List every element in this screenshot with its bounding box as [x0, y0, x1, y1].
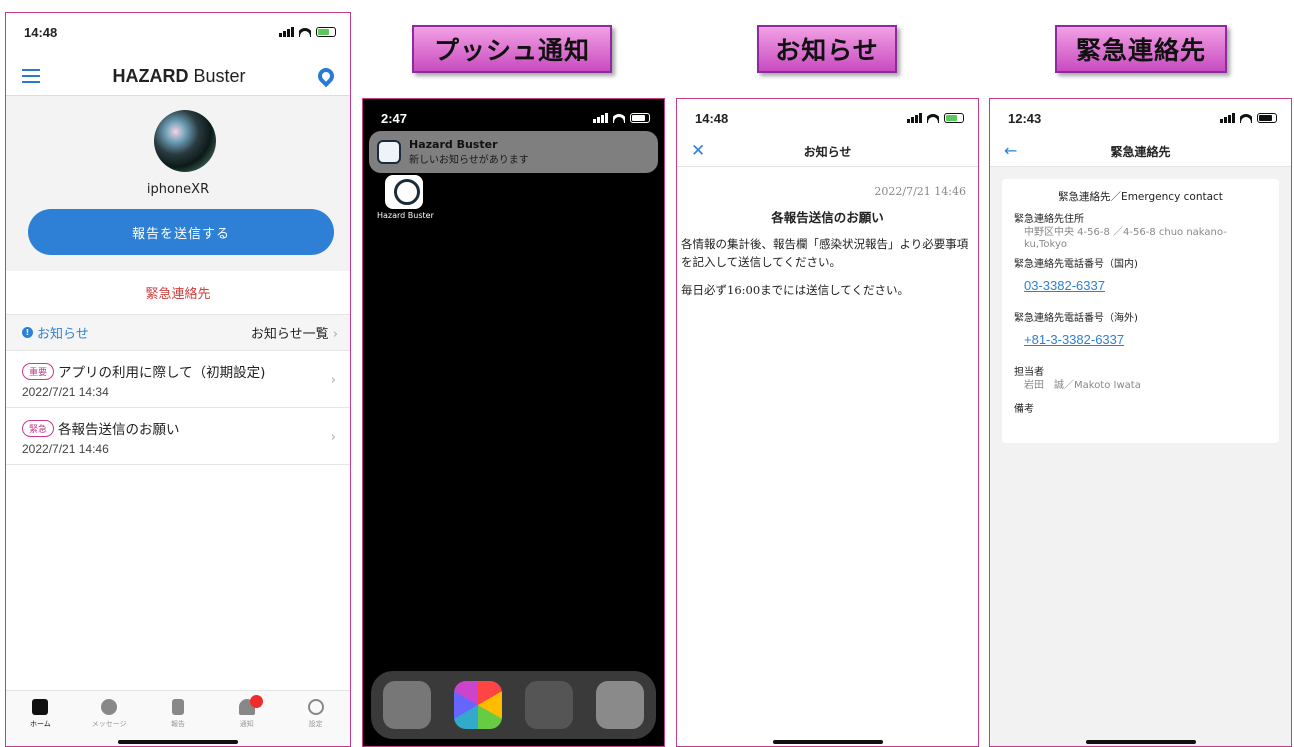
- address-label: 緊急連絡先住所: [1014, 214, 1084, 225]
- notification-badge: [249, 695, 263, 708]
- notice-datetime: 2022/7/21 14:46: [874, 185, 966, 198]
- notice-title: アプリの利用に際して（初期設定): [58, 365, 266, 381]
- person-label: 担当者: [1014, 367, 1044, 378]
- home-indicator: [118, 740, 238, 744]
- battery-icon: [630, 113, 650, 123]
- emergency-screen: 12:43 ← 緊急連絡先 緊急連絡先／Emergency contact 緊急…: [989, 98, 1292, 747]
- wifi-icon: [1240, 113, 1252, 123]
- app-title: HAZARD Buster: [112, 65, 246, 86]
- app-icon-label: Hazard Buster: [377, 211, 434, 220]
- photos-icon[interactable]: [453, 681, 502, 729]
- push-screen: 2:47 Hazard Buster 新しいお知らせがあります Hazard B…: [362, 98, 665, 747]
- tab-bar: ホーム メッセージ 報告 通知 設定: [6, 690, 350, 746]
- phone-overseas-label: 緊急連絡先電話番号（海外): [1014, 313, 1138, 324]
- chevron-right-icon: ›: [330, 373, 336, 388]
- notice-date: 2022/7/21 14:46: [22, 442, 109, 456]
- nav-bar: ✕ お知らせ: [677, 137, 978, 167]
- push-notification-label: プッシュ通知: [412, 25, 612, 73]
- send-report-button[interactable]: 報告を送信する: [28, 209, 334, 255]
- clipboard-icon: [171, 699, 184, 715]
- chevron-right-icon: ›: [330, 430, 336, 445]
- phone-overseas-link[interactable]: +81-3-3382-6337: [1014, 332, 1267, 347]
- notice-list-link[interactable]: お知らせ一覧 ›: [251, 323, 338, 342]
- home-screen: 14:48 HAZARD Buster iphoneXR 報告を送信する 緊急連…: [5, 12, 351, 747]
- status-bar: 12:43: [990, 99, 1291, 137]
- menu-icon[interactable]: [22, 69, 40, 83]
- wifi-icon: [299, 27, 311, 37]
- notice-header: ! お知らせ お知らせ一覧 ›: [6, 315, 350, 351]
- phone-domestic-link[interactable]: 03-3382-6337: [1014, 278, 1267, 293]
- chat-icon: [101, 699, 118, 715]
- notice-item[interactable]: 重要 アプリの利用に際して（初期設定) 2022/7/21 14:34 ›: [6, 351, 350, 408]
- screen-title: お知らせ: [803, 145, 852, 159]
- signal-icon: [279, 27, 294, 37]
- wifi-icon: [613, 113, 625, 123]
- app-folder-icon[interactable]: [525, 681, 574, 729]
- push-message: 新しいお知らせがあります: [409, 155, 529, 166]
- notice-label: お知らせ: [757, 25, 897, 73]
- person-value: 岩田 誠／Makoto Iwata: [1024, 380, 1141, 391]
- card-heading: 緊急連絡先／Emergency contact: [1058, 191, 1223, 203]
- profile-section: iphoneXR 報告を送信する: [6, 95, 350, 271]
- notice-item[interactable]: 緊急 各報告送信のお願い 2022/7/21 14:46 ›: [6, 408, 350, 465]
- status-time: 12:43: [1008, 110, 1042, 126]
- notice-title: 各報告送信のお願い: [58, 422, 180, 438]
- status-time: 14:48: [695, 110, 729, 126]
- avatar: [154, 110, 216, 172]
- username: iphoneXR: [146, 182, 210, 197]
- phone-domestic-label: 緊急連絡先電話番号（国内): [1014, 259, 1138, 270]
- camera-icon[interactable]: [382, 681, 431, 729]
- status-indicators: [593, 113, 650, 123]
- home-indicator: [772, 740, 883, 744]
- home-icon: [32, 699, 49, 715]
- wifi-icon: [927, 113, 939, 123]
- content-area: 緊急連絡先／Emergency contact 緊急連絡先住所 中野区中央 4-…: [990, 167, 1291, 746]
- notice-tag: 緊急: [22, 419, 55, 437]
- dock: [371, 671, 656, 739]
- status-indicators: [1220, 113, 1277, 123]
- info-icon: !: [22, 327, 33, 338]
- notice-body: 各情報の集計後、報告欄「感染状況報告」より必要事項を記入して送信してください。 …: [681, 235, 972, 309]
- address-value: 中野区中央 4-56-8 ／4-56-8 chuo nakano-ku,Toky…: [1024, 227, 1227, 250]
- contact-card: 緊急連絡先／Emergency contact 緊急連絡先住所 中野区中央 4-…: [1002, 179, 1279, 443]
- notice-header-label: お知らせ: [37, 327, 89, 342]
- status-time: 2:47: [381, 110, 408, 126]
- app-logo-icon: [377, 140, 401, 164]
- gear-icon: [307, 699, 324, 715]
- chevron-right-icon: ›: [332, 327, 338, 342]
- notice-date: 2022/7/21 14:34: [22, 385, 109, 399]
- notice-paragraph: 各情報の集計後、報告欄「感染状況報告」より必要事項を記入して送信してください。: [681, 237, 969, 269]
- emergency-contact-link[interactable]: 緊急連絡先: [6, 271, 350, 315]
- notes-label: 備考: [1014, 404, 1034, 415]
- hazard-buster-app-icon[interactable]: [385, 175, 423, 209]
- push-app-name: Hazard Buster: [409, 138, 498, 151]
- status-indicators: [279, 27, 336, 37]
- status-bar: 14:48: [6, 13, 350, 51]
- signal-icon: [907, 113, 922, 123]
- tab-home[interactable]: ホーム: [15, 699, 65, 746]
- battery-icon: [1257, 113, 1277, 123]
- push-notification-banner[interactable]: Hazard Buster 新しいお知らせがあります: [369, 131, 658, 173]
- notice-tag: 重要: [22, 362, 55, 380]
- nav-bar: ← 緊急連絡先: [990, 137, 1291, 167]
- settings-icon[interactable]: [596, 681, 645, 729]
- notice-heading: 各報告送信のお願い: [771, 210, 884, 225]
- app-header: HAZARD Buster: [6, 57, 350, 95]
- battery-icon: [944, 113, 964, 123]
- status-bar: 14:48: [677, 99, 978, 137]
- close-icon[interactable]: ✕: [691, 141, 705, 161]
- notice-paragraph: 毎日必ず16:00までには送信してください。: [681, 283, 909, 297]
- signal-icon: [1220, 113, 1235, 123]
- home-indicator: [1085, 740, 1196, 744]
- battery-icon: [316, 27, 336, 37]
- status-indicators: [907, 113, 964, 123]
- tab-settings[interactable]: 設定: [291, 699, 341, 746]
- back-arrow-icon[interactable]: ←: [1004, 141, 1017, 160]
- status-time: 14:48: [24, 24, 58, 40]
- screen-title: 緊急連絡先: [1110, 145, 1171, 159]
- notice-screen: 14:48 ✕ お知らせ 2022/7/21 14:46 各報告送信のお願い 各…: [676, 98, 979, 747]
- location-pin-icon[interactable]: [314, 64, 338, 88]
- signal-icon: [593, 113, 608, 123]
- emergency-contact-label: 緊急連絡先: [1055, 25, 1227, 73]
